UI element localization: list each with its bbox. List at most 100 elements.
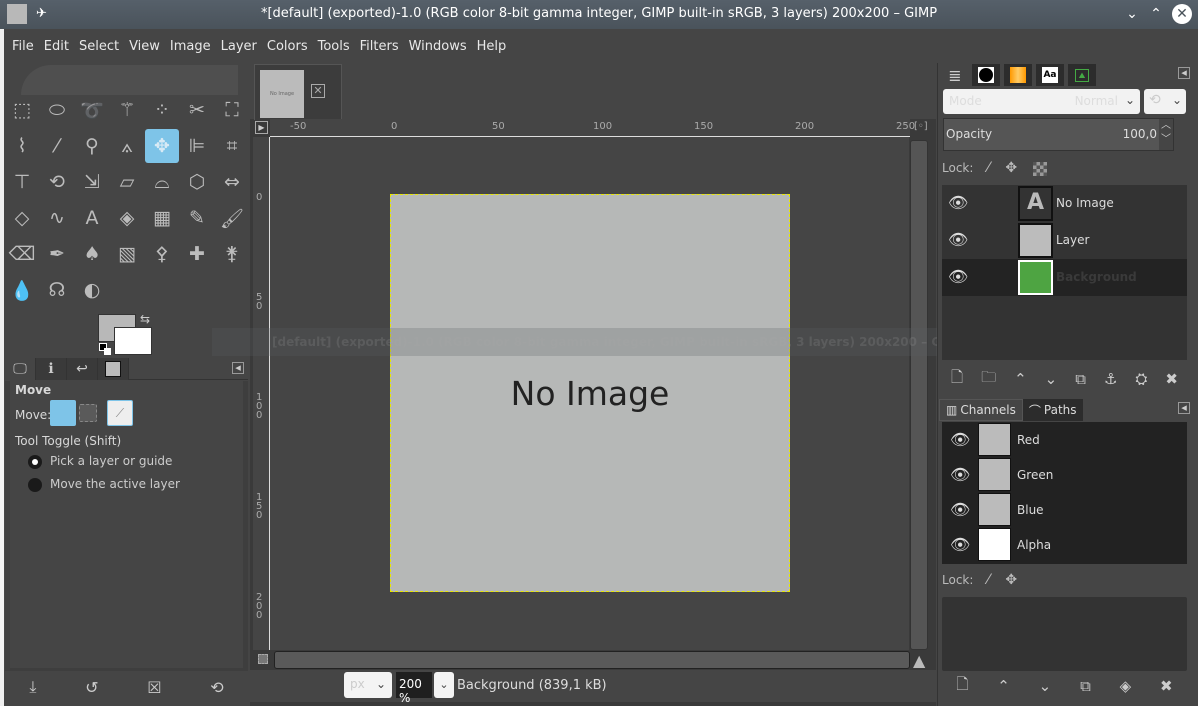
horizontal-scrollbar[interactable] xyxy=(274,651,910,669)
tool-color-picker-icon[interactable]: ⁄ xyxy=(40,129,74,163)
tool-ellipse-select-icon[interactable]: ⬭ xyxy=(40,93,74,127)
panel-menu-icon[interactable]: ◂ xyxy=(232,362,244,374)
menu-image[interactable]: Image xyxy=(170,39,211,54)
image-tab[interactable]: No Image ✕ xyxy=(254,64,342,120)
tool-gradient-icon[interactable]: ▦ xyxy=(145,201,179,235)
ruler-menu-icon[interactable]: ▶ xyxy=(255,121,268,134)
tool-bucket-fill-icon[interactable]: ◈ xyxy=(110,201,144,235)
move-selection-button[interactable] xyxy=(79,404,97,422)
move-active-layer-radio[interactable] xyxy=(28,478,42,492)
vertical-scrollbar[interactable] xyxy=(910,140,928,650)
restore-options-icon[interactable]: ↺ xyxy=(85,678,98,697)
tool-paths-icon[interactable]: ⌇ xyxy=(5,129,39,163)
reset-options-icon[interactable]: ⟲ xyxy=(210,678,223,697)
background-color[interactable] xyxy=(114,327,152,355)
tool-blur-icon[interactable]: 💧 xyxy=(5,273,39,307)
visibility-eye-icon[interactable]: 👁 xyxy=(950,535,970,554)
tab-brushes[interactable] xyxy=(972,64,1000,86)
visibility-eye-icon[interactable]: 👁 xyxy=(948,230,968,249)
composite-mode-select[interactable]: ⟲ ⌄ xyxy=(1144,89,1186,114)
close-image-icon[interactable]: ✕ xyxy=(311,84,325,98)
tool-text-icon[interactable]: A xyxy=(75,201,109,235)
duplicate-channel-icon[interactable]: ⧉ xyxy=(1080,677,1091,695)
navigate-icon[interactable]: ▲ xyxy=(913,651,925,670)
tab-undo-history[interactable]: ↩ xyxy=(67,358,98,380)
opacity-spinner[interactable]: ︿ ﹀ xyxy=(1159,119,1173,150)
tool-crop-icon[interactable]: ⌗ xyxy=(215,129,249,163)
channel-row[interactable]: 👁 Blue xyxy=(942,492,1187,527)
lock-pixels-icon[interactable]: ⁄ xyxy=(987,160,989,176)
opacity-slider[interactable]: Opacity 100,0 ︿ ﹀ xyxy=(943,118,1174,151)
image-tab-thumbnail[interactable]: No Image xyxy=(260,70,304,118)
tool-3d-transform-icon[interactable]: ⬡ xyxy=(180,165,214,199)
new-channel-icon[interactable]: 🗋 xyxy=(956,674,968,699)
channel-to-selection-icon[interactable]: ◈ xyxy=(1120,677,1132,695)
menu-help[interactable]: Help xyxy=(477,39,507,54)
raise-channel-icon[interactable]: ⌃ xyxy=(997,677,1010,695)
visibility-eye-icon[interactable]: 👁 xyxy=(948,193,968,212)
vertical-ruler[interactable]: 0 50 100 150 200 xyxy=(253,137,270,650)
move-active-layer-label[interactable]: Move the active layer xyxy=(50,477,180,491)
tool-foreground-select-icon[interactable]: ⛶ xyxy=(215,93,249,127)
tab-channels[interactable]: ▥ Channels xyxy=(939,399,1023,421)
layer-row[interactable]: 👁 A No Image xyxy=(942,185,1187,222)
tab-layers[interactable]: ≣ xyxy=(940,64,970,86)
layer-mask-icon[interactable]: ⛭ xyxy=(1135,370,1147,388)
channel-row[interactable]: 👁 Red xyxy=(942,422,1187,457)
visibility-eye-icon[interactable]: 👁 xyxy=(950,465,970,484)
tab-gradients[interactable] xyxy=(1004,64,1032,86)
pick-layer-label[interactable]: Pick a layer or guide xyxy=(50,454,172,468)
horizontal-ruler[interactable]: -50 0 50 100 150 200 250 xyxy=(270,119,915,137)
tool-perspective-clone-icon[interactable]: ⚵ xyxy=(215,237,249,271)
tab-images[interactable]: ⛰ xyxy=(1068,64,1096,86)
lower-channel-icon[interactable]: ⌄ xyxy=(1039,677,1052,695)
tool-heal-icon[interactable]: ✚ xyxy=(180,237,214,271)
quick-mask-toggle[interactable] xyxy=(258,654,268,664)
tab-tool-options[interactable]: 🖵 xyxy=(5,358,36,380)
panel-menu-icon[interactable]: ◂ xyxy=(1178,67,1190,79)
tool-flip-icon[interactable]: ⇔ xyxy=(215,165,249,199)
anchor-layer-icon[interactable]: ⚓ xyxy=(1104,370,1117,388)
maximize-button[interactable]: ⌃ xyxy=(1146,4,1166,24)
tool-align-icon[interactable]: ⊫ xyxy=(180,129,214,163)
menu-file[interactable]: File xyxy=(12,39,34,54)
raise-layer-icon[interactable]: ⌃ xyxy=(1014,370,1027,388)
tool-free-select-icon[interactable]: ➰ xyxy=(75,93,109,127)
tool-cage-icon[interactable]: ◇ xyxy=(5,201,39,235)
pick-layer-radio[interactable] xyxy=(28,455,42,469)
tool-pencil-icon[interactable]: ✎ xyxy=(180,201,214,235)
unit-select[interactable]: px ⌄ xyxy=(344,672,392,698)
lock-position-icon[interactable]: ✥ xyxy=(1005,572,1017,588)
visibility-eye-icon[interactable]: 👁 xyxy=(948,267,968,286)
menu-view[interactable]: View xyxy=(129,39,160,54)
mode-select[interactable]: Mode Normal ⌄ xyxy=(943,89,1140,114)
delete-channel-icon[interactable]: ✖ xyxy=(1160,677,1173,695)
tool-eraser-icon[interactable]: ⌫ xyxy=(5,237,39,271)
tool-shear-icon[interactable]: ▱ xyxy=(110,165,144,199)
menu-tools[interactable]: Tools xyxy=(318,39,350,54)
zoom-input[interactable]: 200 % xyxy=(396,672,432,705)
menu-filters[interactable]: Filters xyxy=(360,39,399,54)
tool-scale-icon[interactable]: ⇲ xyxy=(75,165,109,199)
lock-position-icon[interactable]: ✥ xyxy=(1005,160,1017,176)
tool-mypaint-brush-icon[interactable]: ▧ xyxy=(110,237,144,271)
default-colors-bg[interactable] xyxy=(104,348,111,355)
layer-row-selected[interactable]: 👁 Background xyxy=(942,259,1187,296)
menu-colors[interactable]: Colors xyxy=(267,39,308,54)
tool-scissors-icon[interactable]: ✂ xyxy=(180,93,214,127)
lock-pixels-icon[interactable]: ⁄ xyxy=(987,572,989,588)
tab-images[interactable] xyxy=(98,358,129,380)
close-button[interactable]: ✕ xyxy=(1172,4,1192,24)
tool-move-icon[interactable]: ✥ xyxy=(145,129,179,163)
tab-fonts[interactable]: Aa xyxy=(1036,64,1064,86)
menu-select[interactable]: Select xyxy=(79,39,119,54)
channel-row[interactable]: 👁 Alpha xyxy=(942,527,1187,562)
tool-warp-transform-icon[interactable]: ∿ xyxy=(40,201,74,235)
menu-edit[interactable]: Edit xyxy=(44,39,69,54)
visibility-eye-icon[interactable]: 👁 xyxy=(950,500,970,519)
zoom-fit-icon[interactable]: [◦] xyxy=(914,121,928,132)
zoom-dropdown[interactable]: ⌄ xyxy=(434,672,454,698)
move-layer-button[interactable] xyxy=(50,400,76,426)
tab-paths[interactable]: ⌒ Paths xyxy=(1022,399,1083,421)
tab-device-status[interactable]: ℹ xyxy=(36,358,67,380)
